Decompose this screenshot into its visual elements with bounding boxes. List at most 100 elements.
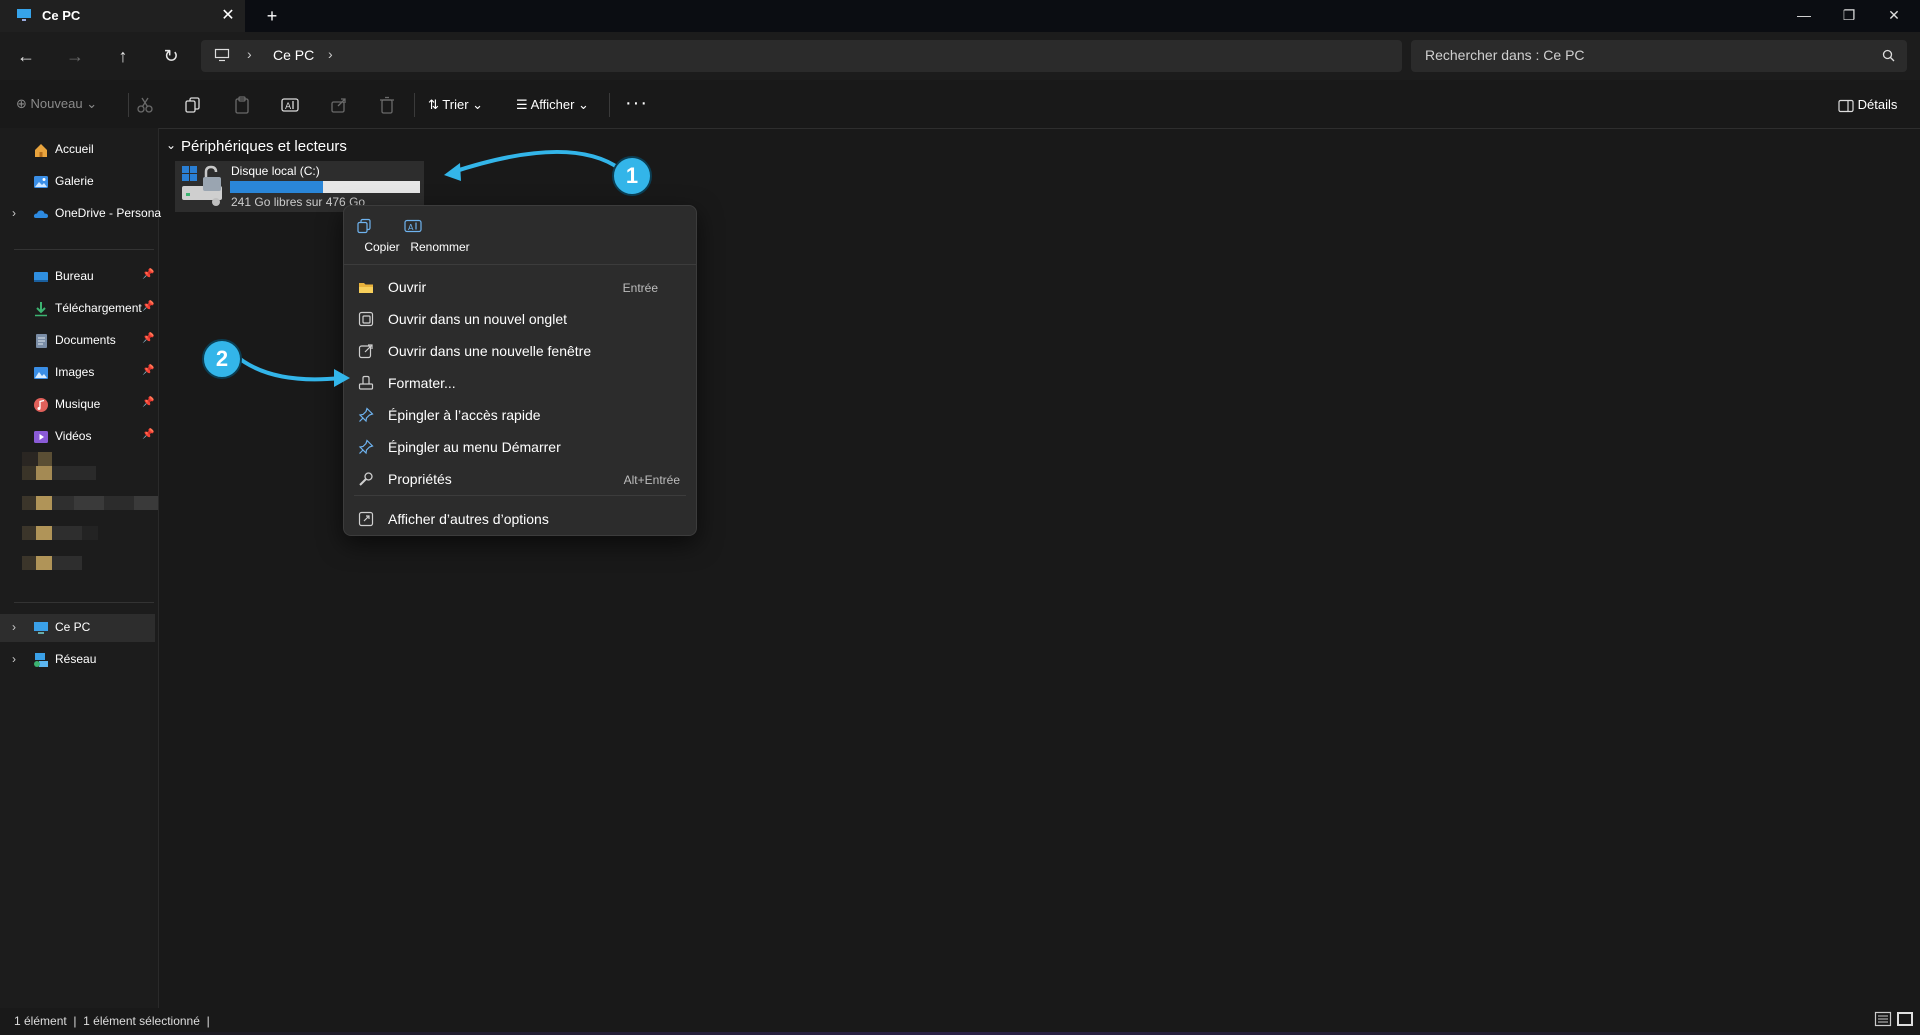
annotation-badge-2: 2 [202, 339, 242, 379]
view-label: Afficher [530, 97, 575, 112]
chevron-down-icon[interactable]: ⌄ [166, 138, 176, 152]
search-placeholder: Rechercher dans : Ce PC [1425, 47, 1585, 63]
tab-close-button[interactable]: ✕ [218, 6, 238, 26]
details-pane-button[interactable]: Détails [1838, 97, 1897, 113]
desktop-icon [33, 269, 49, 285]
status-text: 1 élément | 1 élément sélectionné | [14, 1014, 210, 1028]
paste-icon[interactable] [232, 96, 254, 114]
back-button[interactable]: ← [13, 44, 39, 68]
close-window-button[interactable]: ✕ [1871, 0, 1917, 32]
sort-button[interactable]: ⇅ Trier ⌄ [428, 97, 483, 113]
context-item-nouvel-onglet[interactable]: Ouvrir dans un nouvel onglet [348, 304, 692, 334]
chevron-right-icon[interactable]: › [12, 206, 16, 220]
sidebar-item-label: Galerie [55, 174, 94, 188]
new-window-icon [358, 343, 374, 359]
pin-icon: 📌 [142, 365, 155, 376]
more-options-icon [358, 511, 374, 527]
chevron-right-icon[interactable]: › [12, 652, 16, 666]
pin-icon: 📌 [142, 301, 155, 312]
svg-text:A: A [285, 102, 292, 112]
this-pc-icon [33, 620, 49, 636]
context-item-label: Ouvrir dans une nouvelle fenêtre [388, 343, 592, 359]
title-bar [0, 0, 1920, 32]
sidebar-item-telechargement[interactable]: Téléchargement 📌 [0, 295, 158, 323]
pin-icon: 📌 [142, 269, 155, 280]
videos-icon [33, 429, 49, 445]
copy-icon [356, 218, 408, 234]
new-tab-icon [358, 311, 374, 327]
breadcrumb-ce-pc[interactable]: Ce PC [273, 47, 314, 63]
sidebar-item-label: Images [55, 365, 95, 379]
tab-title: Ce PC [42, 8, 81, 23]
toolbar-divider [128, 93, 129, 117]
more-options-button[interactable]: ··· [625, 92, 648, 115]
sidebar-item-accueil[interactable]: Accueil [0, 136, 158, 164]
details-view-icon[interactable] [1874, 1011, 1892, 1027]
sidebar-item-videos[interactable]: Vidéos 📌 [0, 423, 158, 451]
breadcrumb-separator[interactable]: › [328, 46, 333, 62]
pin-icon: 📌 [142, 333, 155, 344]
images-icon [33, 365, 49, 381]
annotation-arrow-1 [444, 150, 622, 181]
group-header[interactable]: Périphériques et lecteurs [181, 138, 347, 155]
view-button[interactable]: ☰ Afficher ⌄ [516, 97, 589, 113]
new-tab-button[interactable]: + [262, 6, 282, 26]
sidebar-item-label: Ce PC [55, 620, 91, 634]
sidebar-item-ce-pc[interactable]: › Ce PC [0, 614, 155, 642]
rename-icon[interactable]: A [280, 96, 302, 114]
toolbar-divider [414, 93, 415, 117]
sidebar-item-bureau[interactable]: Bureau 📌 [0, 263, 158, 291]
chevron-down-icon: ⌄ [86, 96, 98, 111]
context-rename-button[interactable]: A Renommer [404, 218, 476, 254]
sidebar-item-musique[interactable]: Musique 📌 [0, 391, 158, 419]
home-icon [33, 142, 49, 158]
restore-button[interactable]: ❐ [1826, 0, 1872, 32]
download-icon [33, 301, 49, 317]
sidebar-item-label: Réseau [55, 652, 97, 666]
sidebar-item-label: Téléchargement [55, 301, 142, 315]
sidebar-item-reseau[interactable]: › Réseau [0, 646, 158, 674]
documents-icon [33, 333, 49, 349]
cut-icon[interactable] [135, 96, 157, 114]
pin-quick-icon [358, 407, 374, 423]
refresh-button[interactable]: ↻ [158, 44, 184, 68]
context-item-epingler-demarrer[interactable]: Épingler au menu Démarrer [348, 432, 692, 462]
music-icon [33, 397, 49, 413]
context-item-nouvelle-fenetre[interactable]: Ouvrir dans une nouvelle fenêtre [348, 336, 692, 366]
drive-icon [180, 164, 226, 208]
sidebar-item-documents[interactable]: Documents 📌 [0, 327, 158, 355]
copy-icon[interactable] [183, 96, 205, 114]
chevron-down-icon: ⌄ [578, 97, 589, 112]
share-icon[interactable] [329, 96, 351, 114]
new-button[interactable]: ⊕ Nouveau ⌄ [16, 96, 97, 112]
onedrive-icon [33, 206, 49, 222]
minimize-button[interactable]: — [1781, 0, 1827, 32]
context-item-formater[interactable]: Formater... [348, 368, 692, 398]
context-item-label: Ouvrir dans un nouvel onglet [388, 311, 567, 327]
forward-button[interactable]: → [62, 44, 88, 68]
context-item-proprietes[interactable]: Propriétés Alt+Entrée [348, 464, 692, 494]
context-copy-button[interactable]: Copier [356, 218, 408, 254]
sidebar-item-images[interactable]: Images 📌 [0, 359, 158, 387]
new-label: Nouveau [30, 96, 83, 111]
sort-icon: ⇅ [428, 97, 439, 112]
context-item-label: Afficher d’autres d’options [388, 511, 549, 527]
rename-icon: A [404, 218, 476, 234]
context-item-autres-options[interactable]: Afficher d’autres d’options [348, 504, 692, 534]
tiles-view-icon[interactable] [1896, 1011, 1914, 1027]
toolbar-divider [609, 93, 610, 117]
search-icon[interactable] [1882, 49, 1895, 62]
address-input[interactable] [201, 40, 1402, 72]
monitor-icon [16, 8, 32, 22]
context-rename-label: Renommer [410, 240, 470, 254]
up-button[interactable]: ↑ [110, 44, 136, 68]
context-item-ouvrir[interactable]: Ouvrir Entrée [348, 272, 692, 302]
delete-icon[interactable] [377, 96, 399, 114]
sidebar-item-onedrive[interactable]: › OneDrive - Persona [0, 200, 161, 228]
chevron-right-icon[interactable]: › [12, 620, 16, 634]
tab-ce-pc[interactable] [0, 0, 245, 32]
sidebar-item-galerie[interactable]: Galerie [0, 168, 158, 196]
properties-icon [358, 471, 374, 487]
breadcrumb-separator[interactable]: › [247, 46, 252, 62]
context-item-epingler-acces-rapide[interactable]: Épingler à l’accès rapide [348, 400, 692, 430]
